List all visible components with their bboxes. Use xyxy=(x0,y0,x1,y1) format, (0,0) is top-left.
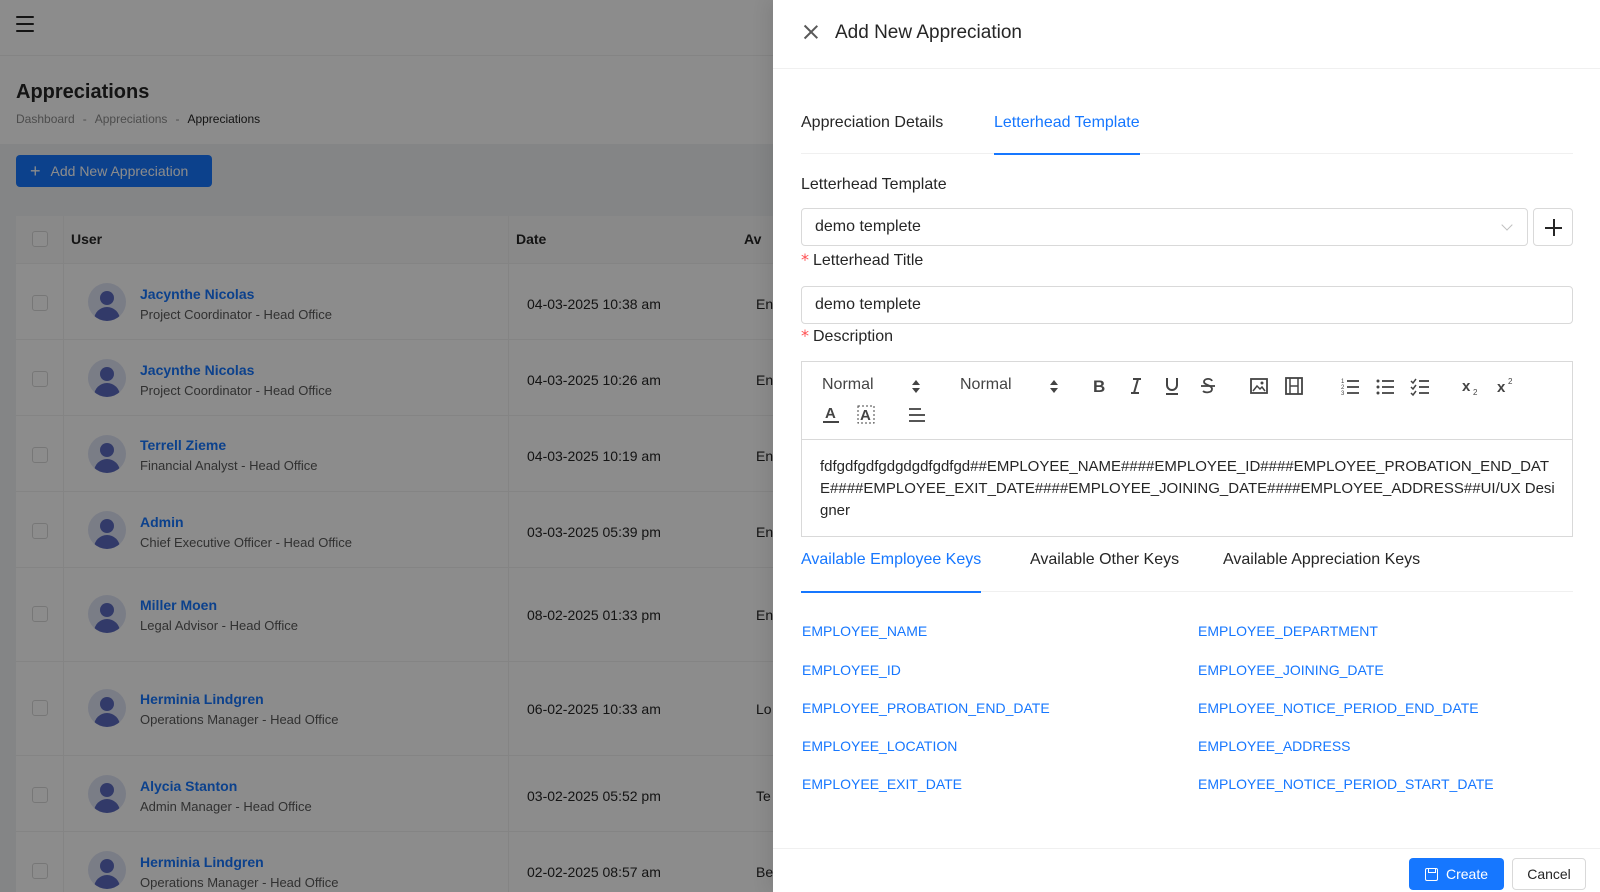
font-size-value: Normal xyxy=(822,376,874,393)
background-color-icon[interactable]: A xyxy=(855,403,877,425)
tab-appreciation-keys[interactable]: Available Appreciation Keys xyxy=(1223,542,1420,592)
font-size-select[interactable]: Normal xyxy=(822,376,920,394)
letterhead-title-label: * Letterhead Title xyxy=(801,250,923,270)
key-employee-exit-date[interactable]: EMPLOYEE_EXIT_DATE xyxy=(802,776,962,792)
key-employee-probation-end-date[interactable]: EMPLOYEE_PROBATION_END_DATE xyxy=(802,700,1050,716)
tab-other-keys[interactable]: Available Other Keys xyxy=(1030,542,1179,592)
underline-icon[interactable] xyxy=(1161,375,1183,397)
create-label: Create xyxy=(1445,866,1489,882)
image-icon[interactable] xyxy=(1248,375,1270,397)
drawer-header: Add New Appreciation xyxy=(773,0,1600,69)
description-editor: Normal Normal B 1 2 3 x 2 x 2 A A fdfgdf… xyxy=(801,361,1573,537)
svg-text:2: 2 xyxy=(1473,388,1478,397)
letterhead-title-label-text: Letterhead Title xyxy=(813,252,924,269)
strikethrough-icon[interactable] xyxy=(1197,375,1219,397)
tab-letterhead-template[interactable]: Letterhead Template xyxy=(994,108,1140,155)
text-color-icon[interactable]: A xyxy=(820,403,842,425)
description-label: * Description xyxy=(801,326,893,346)
video-icon[interactable] xyxy=(1283,375,1305,397)
subscript-icon[interactable]: x2 xyxy=(1461,375,1483,397)
align-icon[interactable] xyxy=(906,403,928,425)
description-label-text: Description xyxy=(813,328,894,345)
key-employee-notice-period-start-date[interactable]: EMPLOYEE_NOTICE_PERIOD_START_DATE xyxy=(1198,776,1494,792)
drawer-title: Add New Appreciation xyxy=(835,22,1022,43)
letterhead-template-value: demo templete xyxy=(815,218,921,235)
description-content[interactable]: fdfgdfgdfgdgdgdfgdfgd##EMPLOYEE_NAME####… xyxy=(820,456,1558,522)
tab-employee-keys[interactable]: Available Employee Keys xyxy=(801,542,982,593)
svg-text:x: x xyxy=(1462,378,1471,395)
cancel-button[interactable]: Cancel xyxy=(1512,858,1586,890)
svg-text:x: x xyxy=(1497,379,1506,396)
bold-icon[interactable]: B xyxy=(1089,375,1111,397)
key-employee-department[interactable]: EMPLOYEE_DEPARTMENT xyxy=(1198,623,1378,639)
drawer-footer: Create Cancel xyxy=(773,848,1600,892)
select-arrows-icon xyxy=(912,380,920,394)
close-icon[interactable] xyxy=(803,24,819,40)
superscript-icon[interactable]: x2 xyxy=(1496,375,1518,397)
letterhead-title-input[interactable] xyxy=(801,286,1573,324)
required-marker: * xyxy=(801,250,809,269)
svg-text:2: 2 xyxy=(1508,377,1513,386)
key-employee-location[interactable]: EMPLOYEE_LOCATION xyxy=(802,738,957,754)
key-employee-address[interactable]: EMPLOYEE_ADDRESS xyxy=(1198,738,1351,754)
key-employee-joining-date[interactable]: EMPLOYEE_JOINING_DATE xyxy=(1198,662,1384,678)
letterhead-template-label: Letterhead Template xyxy=(801,176,947,193)
select-arrows-icon xyxy=(1050,380,1058,394)
form-tabs: Appreciation Details Letterhead Template xyxy=(801,108,1573,155)
svg-text:A: A xyxy=(825,405,836,422)
ordered-list-icon[interactable]: 123 xyxy=(1339,375,1361,397)
heading-value: Normal xyxy=(960,376,1012,393)
tab-appreciation-details[interactable]: Appreciation Details xyxy=(801,108,943,154)
add-appreciation-drawer: Add New Appreciation Appreciation Detail… xyxy=(773,0,1600,892)
keys-tabs: Available Employee Keys Available Other … xyxy=(801,542,1573,593)
bullet-list-icon[interactable] xyxy=(1374,375,1396,397)
add-template-button[interactable] xyxy=(1533,208,1573,246)
key-employee-id[interactable]: EMPLOYEE_ID xyxy=(802,662,901,678)
letterhead-template-select[interactable]: demo templete xyxy=(801,208,1528,246)
svg-text:3: 3 xyxy=(1341,391,1345,397)
chevron-down-icon xyxy=(1501,219,1513,231)
checklist-icon[interactable] xyxy=(1409,375,1431,397)
required-marker: * xyxy=(801,326,809,345)
heading-select[interactable]: Normal xyxy=(960,376,1058,394)
key-employee-name[interactable]: EMPLOYEE_NAME xyxy=(802,623,927,639)
svg-text:B: B xyxy=(1093,377,1105,396)
save-icon xyxy=(1424,867,1438,881)
create-button[interactable]: Create xyxy=(1409,858,1504,890)
key-employee-notice-period-end-date[interactable]: EMPLOYEE_NOTICE_PERIOD_END_DATE xyxy=(1198,700,1479,716)
italic-icon[interactable] xyxy=(1125,375,1147,397)
editor-toolbar: Normal Normal B 1 2 3 x 2 x 2 A A xyxy=(802,362,1572,440)
svg-text:A: A xyxy=(860,407,871,424)
